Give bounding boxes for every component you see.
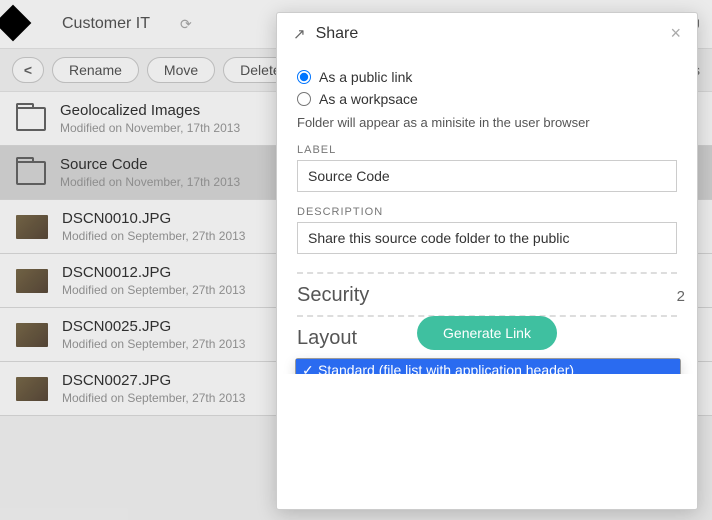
security-count: 2 xyxy=(677,288,685,305)
divider xyxy=(297,272,677,274)
modal-title: Share xyxy=(316,25,359,43)
generate-link-button[interactable]: Generate Link xyxy=(417,316,557,350)
radio-public[interactable]: As a public link xyxy=(297,69,677,85)
share-hint: Folder will appear as a minisite in the … xyxy=(297,115,677,130)
share-modal: ↗ Share × As a public link As a workpsac… xyxy=(276,12,698,510)
security-section-title[interactable]: Security xyxy=(297,284,677,307)
description-field-label: DESCRIPTION xyxy=(297,206,677,218)
radio-workspace-input[interactable] xyxy=(297,92,311,106)
layout-option[interactable]: Standard (file list with application hea… xyxy=(296,359,680,374)
label-field-label: LABEL xyxy=(297,144,677,156)
radio-public-label: As a public link xyxy=(319,69,412,85)
modal-body: As a public link As a workpsace Folder w… xyxy=(277,55,697,374)
share-icon: ↗ xyxy=(293,25,306,43)
radio-workspace[interactable]: As a workpsace xyxy=(297,91,677,107)
radio-workspace-label: As a workpsace xyxy=(319,91,418,107)
layout-dropdown: Standard (file list with application hea… xyxy=(295,358,681,374)
label-input[interactable] xyxy=(297,160,677,192)
description-input[interactable] xyxy=(297,222,677,254)
modal-header: ↗ Share × xyxy=(277,13,697,55)
radio-public-input[interactable] xyxy=(297,70,311,84)
close-icon[interactable]: × xyxy=(670,23,681,44)
